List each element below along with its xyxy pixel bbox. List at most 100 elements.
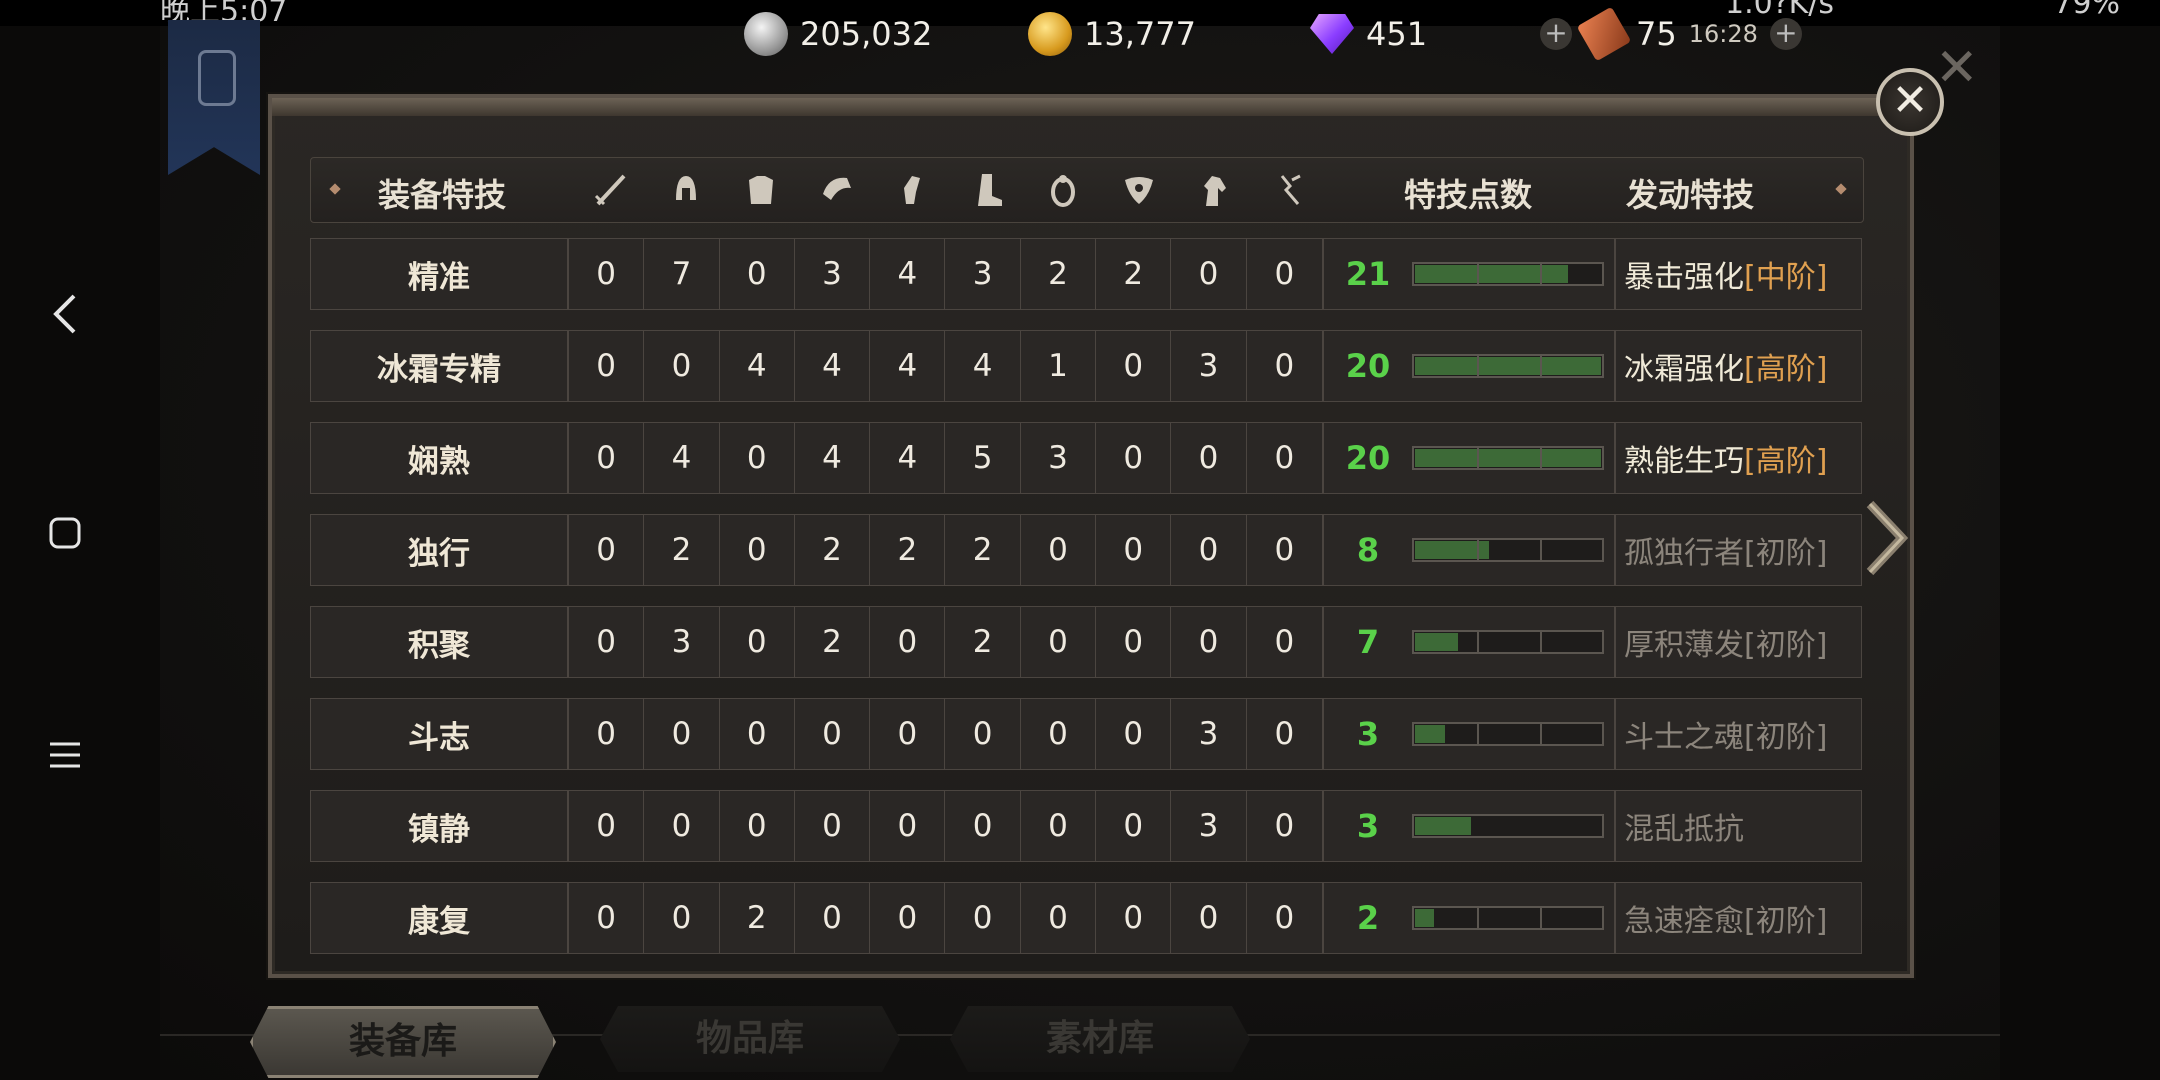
slot-value: 2 <box>1021 239 1097 309</box>
slot-value: 0 <box>1171 423 1247 493</box>
home-icon[interactable] <box>40 516 90 566</box>
table-row[interactable]: 康复 0 0 2 0 0 0 0 0 0 0 2 急速痊愈 [初阶] <box>310 882 1862 954</box>
progress-divider <box>1540 540 1542 560</box>
gem-icon <box>1310 14 1354 54</box>
close-button[interactable]: ✕ <box>1876 68 1944 136</box>
table-row[interactable]: 镇静 0 0 0 0 0 0 0 0 3 0 3 混乱抵抗 <box>310 790 1862 862</box>
helmet-icon <box>666 170 706 210</box>
sword-icon <box>590 170 630 210</box>
header-skill-points: 特技点数 <box>1404 176 1533 214</box>
table-row[interactable]: 娴熟 0 4 0 4 4 5 3 0 0 0 20 熟能生巧 [高阶] <box>310 422 1862 494</box>
slot-value: 0 <box>795 699 871 769</box>
activated-skill-name: 混乱抵抗 <box>1624 812 1744 847</box>
progress-fill <box>1415 817 1471 835</box>
slot-value: 7 <box>644 239 720 309</box>
slot-value: 0 <box>1021 791 1097 861</box>
gem-amount: 451 <box>1366 15 1428 53</box>
slot-value: 0 <box>1171 607 1247 677</box>
slot-value: 0 <box>870 607 946 677</box>
activated-skill-cell: 斗士之魂 [初阶] <box>1615 698 1862 770</box>
back-icon[interactable] <box>40 292 90 342</box>
skill-tier: [中阶] <box>1744 260 1828 295</box>
slot-value: 0 <box>1096 423 1172 493</box>
activated-skill-name: 厚积薄发 <box>1624 628 1744 663</box>
slot-value: 0 <box>644 699 720 769</box>
silver-amount: 205,032 <box>800 15 933 53</box>
add-gem-icon[interactable]: + <box>1540 18 1572 50</box>
horse-icon <box>1194 170 1234 210</box>
silver-coin-icon <box>744 12 788 56</box>
progress-divider <box>1477 724 1479 744</box>
slot-value: 0 <box>720 515 795 585</box>
slot-value: 0 <box>795 883 871 953</box>
slot-values: 0000000030 <box>568 698 1323 770</box>
slot-value: 0 <box>1171 239 1247 309</box>
skill-progress-bar <box>1412 262 1604 286</box>
activated-skill-name: 孤独行者 <box>1624 536 1744 571</box>
skill-points-cell: 20 <box>1323 330 1615 402</box>
skill-points-value: 20 <box>1345 439 1391 477</box>
table-row[interactable]: 积聚 0 3 0 2 0 2 0 0 0 0 7 厚积薄发 [初阶] <box>310 606 1862 678</box>
skill-progress-bar <box>1412 446 1604 470</box>
slot-value: 0 <box>720 699 795 769</box>
slot-value: 0 <box>569 239 645 309</box>
slot-value: 3 <box>795 239 871 309</box>
slot-value: 0 <box>945 699 1021 769</box>
glove-icon <box>892 170 932 210</box>
slot-value: 2 <box>720 883 795 953</box>
gem-currency: 451 <box>1310 6 1427 62</box>
next-page-arrow-icon[interactable] <box>1862 498 1912 578</box>
add-ticket-icon[interactable]: + <box>1769 18 1802 50</box>
ring-icon <box>1043 170 1083 210</box>
skill-points-value: 3 <box>1356 715 1380 753</box>
progress-divider <box>1477 264 1479 284</box>
slot-value: 0 <box>945 791 1021 861</box>
menu-icon[interactable] <box>40 740 90 790</box>
activated-skill-cell: 暴击强化 [中阶] <box>1615 238 1862 310</box>
slot-value: 0 <box>569 791 645 861</box>
shoulder-icon <box>817 170 857 210</box>
slot-value: 0 <box>569 607 645 677</box>
slot-value: 2 <box>945 515 1021 585</box>
slot-value: 0 <box>569 699 645 769</box>
slot-value: 4 <box>795 331 871 401</box>
table-row[interactable]: 独行 0 2 0 2 2 2 0 0 0 0 8 孤独行者 [初阶] <box>310 514 1862 586</box>
progress-fill <box>1415 725 1445 743</box>
tab-items[interactable]: 物品库 <box>600 1006 900 1072</box>
skill-progress-bar <box>1412 906 1604 930</box>
table-row[interactable]: 精准 0 7 0 3 4 3 2 2 0 0 21 暴击强化 [中阶] <box>310 238 1862 310</box>
slot-value: 0 <box>870 791 946 861</box>
slot-value: 0 <box>1096 607 1172 677</box>
slot-value: 4 <box>644 423 720 493</box>
progress-fill <box>1415 633 1458 651</box>
skill-points-value: 21 <box>1345 255 1391 293</box>
table-row[interactable]: 冰霜专精 0 0 4 4 4 4 1 0 3 0 20 冰霜强化 [高阶] <box>310 330 1862 402</box>
slot-value: 0 <box>1021 699 1097 769</box>
progress-divider <box>1540 724 1542 744</box>
boots-icon <box>968 170 1008 210</box>
skill-progress-bar <box>1412 630 1604 654</box>
slot-value: 0 <box>795 791 871 861</box>
progress-divider <box>1477 448 1479 468</box>
skill-points-value: 7 <box>1356 623 1380 661</box>
slot-value: 0 <box>870 883 946 953</box>
slot-value: 2 <box>795 515 871 585</box>
slot-value: 4 <box>870 239 946 309</box>
row-skill-name: 康复 <box>310 882 568 954</box>
slot-value: 0 <box>644 791 720 861</box>
activated-skill-name: 急速痊愈 <box>1624 904 1744 939</box>
progress-divider <box>1540 356 1542 376</box>
tab-equipment[interactable]: 装备库 <box>250 1006 556 1078</box>
slot-value: 0 <box>1274 348 1295 384</box>
gold-amount: 13,777 <box>1084 15 1196 53</box>
ticket-timer: 16:28 <box>1688 20 1758 48</box>
activated-skill-cell: 厚积薄发 [初阶] <box>1615 606 1862 678</box>
row-skill-name: 镇静 <box>310 790 568 862</box>
table-row[interactable]: 斗志 0 0 0 0 0 0 0 0 3 0 3 斗士之魂 [初阶] <box>310 698 1862 770</box>
slot-value: 2 <box>945 607 1021 677</box>
tab-materials[interactable]: 素材库 <box>950 1006 1250 1072</box>
header-activate-skill: 发动特技 <box>1626 176 1755 214</box>
progress-divider <box>1477 356 1479 376</box>
row-skill-name: 独行 <box>310 514 568 586</box>
slot-value: 0 <box>1274 624 1295 660</box>
